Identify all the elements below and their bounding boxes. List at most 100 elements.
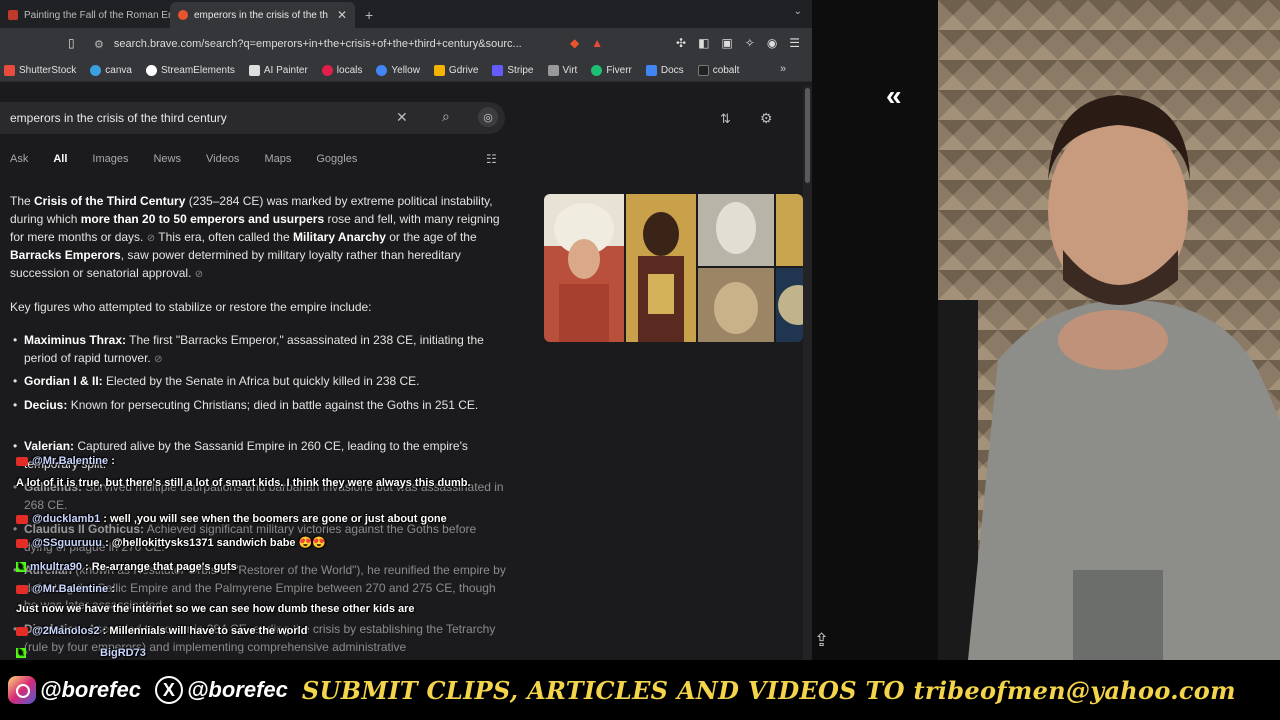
layout-toggle-icon[interactable]: ⇅ <box>720 111 731 127</box>
bookmark-docs[interactable]: Docs <box>645 65 684 76</box>
shield-group: ◆ ▲ <box>570 36 603 50</box>
rewards-icon[interactable]: ▲ <box>591 36 603 50</box>
filter-icon[interactable]: ☷ <box>486 152 497 166</box>
chat-message: @SSguuruuu : @hellokittysks1371 sandwich… <box>16 536 326 549</box>
citation-link-icon[interactable]: ⊘ <box>195 269 203 280</box>
chat-message: k BigRD73 <box>16 647 146 659</box>
image-thumbnail[interactable] <box>626 194 696 342</box>
search-query: emperors in the crisis of the third cent… <box>10 111 227 125</box>
chat-user: @SSguuruuu <box>32 537 102 549</box>
chevron-down-icon[interactable]: ⌄ <box>794 6 802 17</box>
answer-bold: Military Anarchy <box>292 229 386 244</box>
vpn-icon[interactable]: ◉ <box>767 36 777 50</box>
bookmark-locals[interactable]: locals <box>321 65 362 76</box>
chat-text: : <box>111 455 115 467</box>
figure-text: Known for persecuting Christians; died i… <box>67 398 479 412</box>
bookmark-cobalt[interactable]: cobalt <box>697 65 739 76</box>
extension-group: ✣ ◧ ▣ ✧ ◉ ☰ <box>676 36 800 50</box>
brave-favicon-icon <box>8 10 18 20</box>
url-bar[interactable]: ⚙ search.brave.com/search?q=emperors+in+… <box>94 33 554 55</box>
answer-text: or the age of the <box>385 229 477 244</box>
bookmark-canva[interactable]: canva <box>90 65 132 76</box>
tab-goggles[interactable]: Goggles <box>316 153 357 165</box>
image-thumbnail[interactable] <box>698 194 774 266</box>
chat-text: : Re-arrange that page's guts <box>85 561 237 573</box>
menu-icon[interactable]: ☰ <box>789 36 800 50</box>
bookmark-stripe[interactable]: Stripe <box>492 65 534 76</box>
list-item: Decius: Known for persecuting Christians… <box>13 397 506 415</box>
figure-text: Elected by the Senate in Africa but quic… <box>102 374 420 388</box>
figure-name: Gordian I & II: <box>24 374 103 388</box>
tab-maps[interactable]: Maps <box>264 153 291 165</box>
sidebar-icon[interactable]: ◧ <box>698 36 709 50</box>
image-thumbnail[interactable] <box>776 268 803 342</box>
search-input[interactable]: emperors in the crisis of the third cent… <box>0 102 505 134</box>
chat-user: @Mr.Balentine <box>32 455 109 467</box>
answer-text: This era, often called the <box>155 229 293 244</box>
chat-text: : well ,you will see when the boomers ar… <box>103 513 447 525</box>
bookmark-label: StreamElements <box>160 65 235 76</box>
tab-emperors[interactable]: emperors in the crisis of the th ✕ <box>170 2 355 28</box>
bookmark-label: Docs <box>660 65 684 76</box>
upload-icon[interactable]: ⇪ <box>814 630 829 651</box>
settings-icon[interactable]: ⚙ <box>760 110 773 127</box>
bookmark-virt[interactable]: Virt <box>547 65 577 76</box>
bookmark-shutterstock[interactable]: ShutterStock <box>4 65 76 76</box>
mosaic-image <box>626 194 696 342</box>
ask-assistant-icon[interactable]: ◎ <box>478 107 498 127</box>
bookmarks-overflow-button[interactable]: » <box>780 63 786 75</box>
search-icon[interactable]: ⌕ <box>442 108 450 125</box>
bookmark-ai-painter[interactable]: AI Painter <box>248 65 308 76</box>
tab-images[interactable]: Images <box>92 153 128 165</box>
image-thumbnail[interactable] <box>544 194 624 342</box>
clear-icon[interactable]: ✕ <box>396 109 408 126</box>
youtube-icon <box>16 514 28 524</box>
kick-icon: k <box>16 648 26 659</box>
bookmark-gdrive[interactable]: Gdrive <box>433 65 478 76</box>
tab-news[interactable]: News <box>153 153 181 165</box>
bookmark-streamelements[interactable]: StreamElements <box>145 65 235 76</box>
wallet-icon[interactable]: ▣ <box>721 36 732 50</box>
double-chevron-left-icon[interactable]: « <box>886 80 902 112</box>
bookmark-yellow[interactable]: Yellow <box>376 65 420 76</box>
chat-message: @2Manolos2 : Millennials will have to sa… <box>16 625 307 637</box>
figure-name: Decius: <box>24 398 68 412</box>
list-item: Gordian I & II: Elected by the Senate in… <box>13 373 506 391</box>
answer-text: The <box>10 194 35 208</box>
bookmark-icon[interactable]: ▯ <box>68 36 75 50</box>
x-handle: @borefec <box>186 677 288 702</box>
chat-user: @2Manolos2 <box>32 625 100 637</box>
ai-answer: The Crisis of the Third Century (235–284… <box>10 193 505 284</box>
image-thumbnail[interactable] <box>776 194 803 266</box>
image-thumbnail[interactable] <box>698 268 774 342</box>
bookmark-fiverr[interactable]: Fiverr <box>591 65 632 76</box>
close-icon[interactable]: ✕ <box>337 8 347 22</box>
chat-message: Just now we have the internet so we can … <box>16 603 415 615</box>
chat-user: @Mr.Balentine <box>32 583 109 595</box>
scrollbar-thumb[interactable] <box>805 88 810 183</box>
brave-shield-icon[interactable]: ◆ <box>570 36 579 50</box>
leo-icon[interactable]: ✧ <box>745 36 755 50</box>
tab-all[interactable]: All <box>53 153 67 165</box>
tab-painting[interactable]: Painting the Fall of the Roman Emp <box>0 2 170 28</box>
image-results-strip[interactable] <box>544 194 803 342</box>
submit-cta: SUBMIT CLIPS, ARTICLES AND VIDEOS TO tri… <box>301 675 1236 705</box>
site-settings-icon[interactable]: ⚙ <box>94 38 104 51</box>
citation-link-icon[interactable]: ⊘ <box>154 354 162 365</box>
bookmark-label: AI Painter <box>263 65 308 76</box>
tab-label: Painting the Fall of the Roman Emp <box>24 9 170 21</box>
bookmark-label: Yellow <box>391 65 420 76</box>
chat-user: @ducklamb1 <box>32 513 101 525</box>
instagram-icon <box>8 676 36 704</box>
figure-name: Maximinus Thrax: <box>24 333 127 347</box>
extensions-icon[interactable]: ✣ <box>676 36 686 50</box>
tab-ask[interactable]: Ask <box>10 153 28 165</box>
browser-window: Painting the Fall of the Roman Emp emper… <box>0 0 812 660</box>
new-tab-button[interactable]: + <box>355 2 383 28</box>
brave-favicon-icon <box>178 10 188 20</box>
citation-link-icon[interactable]: ⊘ <box>147 233 155 244</box>
bookmarks-bar: ShutterStock canva StreamElements AI Pai… <box>0 60 812 82</box>
page-scrollbar[interactable] <box>803 86 812 660</box>
tab-videos[interactable]: Videos <box>206 153 239 165</box>
key-figures-intro: Key figures who attempted to stabilize o… <box>10 300 372 314</box>
